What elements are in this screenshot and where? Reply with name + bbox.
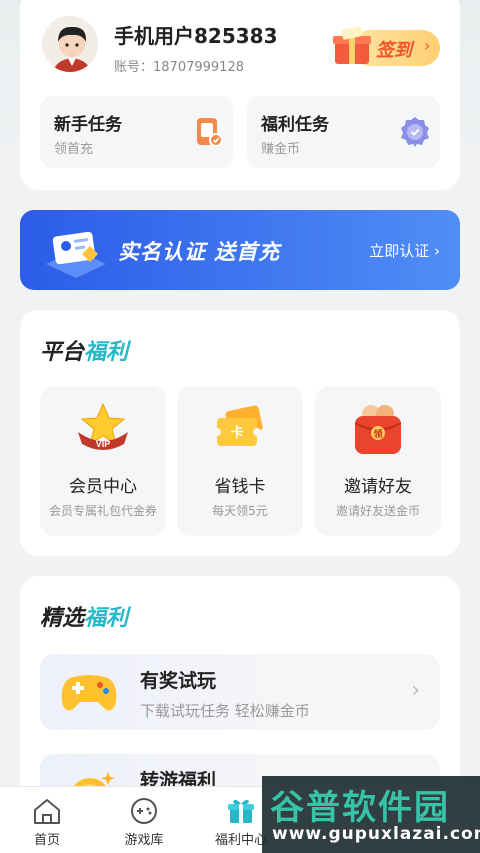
welfare-saving-card[interactable]: 卡 省钱卡 每天领5元 <box>177 386 303 536</box>
watermark-logo: 谷普软件园 www.gupuxlazai.com <box>262 776 480 853</box>
game-library-icon <box>131 798 157 824</box>
gift-icon <box>228 799 254 823</box>
section-title-part: 平台 <box>40 340 85 365</box>
welfare-subtitle: 每天领5元 <box>212 504 268 518</box>
svg-text:领: 领 <box>373 428 382 440</box>
featured-title: 有奖试玩 <box>140 670 217 692</box>
featured-trial-play[interactable]: 有奖试玩 下载试玩任务 轻松赚金币 › <box>40 654 440 730</box>
task-subtitle: 赚金币 <box>261 142 301 157</box>
welfare-title: 邀请好友 <box>344 477 412 497</box>
tab-game-library[interactable]: 游戏库 <box>99 787 189 853</box>
realname-banner[interactable]: 实名认证 送首充 立即认证 › <box>20 210 460 290</box>
section-title-part: 精选 <box>40 606 85 631</box>
watermark-url: www.gupuxlazai.com <box>272 824 480 844</box>
svg-text:卡: 卡 <box>230 425 243 441</box>
task-subtitle: 领首充 <box>54 142 94 157</box>
gift-box-icon <box>333 26 371 64</box>
id-card-icon <box>46 231 106 278</box>
ticket-card-icon: 卡 <box>213 405 263 446</box>
signin-button[interactable]: 签到 › <box>332 22 440 70</box>
signin-label: 签到 <box>376 40 412 61</box>
badge-icon <box>401 117 429 147</box>
red-envelope-icon: 领 <box>355 405 401 454</box>
banner-title: 实名认证 送首充 <box>118 240 281 264</box>
welfare-subtitle: 邀请好友送金币 <box>335 504 420 518</box>
section-title-featured: 精选福利 <box>40 600 128 632</box>
vip-crown-icon: VIP <box>78 402 128 450</box>
featured-subtitle: 下载试玩任务 轻松赚金币 <box>140 702 310 720</box>
phone-task-icon <box>197 118 223 147</box>
chevron-right-icon: › <box>411 678 420 703</box>
welfare-vip-center[interactable]: VIP 会员中心 会员专属礼包代金券 <box>40 386 166 536</box>
home-icon <box>34 799 60 824</box>
welfare-invite-friends[interactable]: 领 邀请好友 邀请好友送金币 <box>315 386 441 536</box>
svg-text:VIP: VIP <box>96 439 111 449</box>
username: 手机用户825383 <box>114 24 278 48</box>
tab-home[interactable]: 首页 <box>2 787 92 853</box>
tab-label: 游戏库 <box>124 833 164 848</box>
section-title-highlight: 福利 <box>84 340 129 365</box>
task-welfare[interactable]: 福利任务 赚金币 <box>247 96 440 168</box>
gamepad-icon <box>61 675 117 711</box>
avatar[interactable] <box>40 14 100 74</box>
verify-now-link[interactable]: 立即认证 › <box>369 240 440 261</box>
chevron-right-icon: › <box>424 36 431 55</box>
account-number: 账号：18707999128 <box>114 60 244 75</box>
tab-label: 首页 <box>33 833 60 848</box>
section-title-platform: 平台福利 <box>40 334 128 366</box>
section-title-highlight: 福利 <box>84 606 129 631</box>
welfare-title: 省钱卡 <box>214 477 266 497</box>
task-newbie[interactable]: 新手任务 领首充 <box>40 96 233 168</box>
welfare-subtitle: 会员专属礼包代金券 <box>48 504 157 518</box>
welfare-title: 会员中心 <box>69 477 137 497</box>
task-title: 新手任务 <box>54 115 122 135</box>
task-title: 福利任务 <box>261 115 329 135</box>
watermark-title: 谷普软件园 <box>270 788 450 828</box>
